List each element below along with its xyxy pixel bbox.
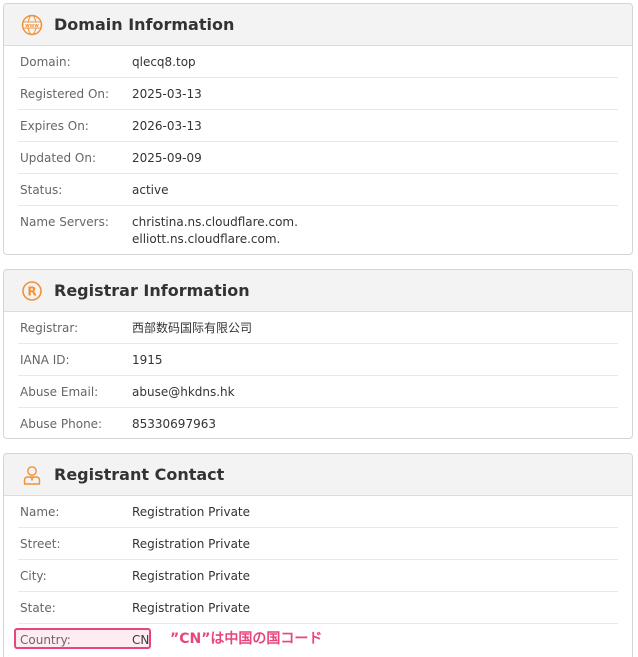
table-row: Registrar: 西部数码国际有限公司 (18, 312, 618, 344)
iana-id-value: 1915 (132, 353, 163, 367)
abuse-email-value: abuse@hkdns.hk (132, 385, 235, 399)
registrar-information-rows: Registrar: 西部数码国际有限公司 IANA ID: 1915 Abus… (4, 312, 632, 438)
updated-on-label: Updated On: (20, 151, 96, 165)
street-value: Registration Private (132, 537, 251, 551)
table-row: Domain: qlecq8.top (18, 46, 618, 78)
table-row: Abuse Phone: 85330697963 (18, 408, 618, 438)
svg-text:R: R (27, 284, 36, 298)
domain-information-title: Domain Information (54, 15, 235, 34)
table-row: IANA ID: 1915 (18, 344, 618, 376)
registrar-information-header: R Registrar Information (4, 270, 632, 312)
table-row: Updated On: 2025-09-09 (18, 142, 618, 174)
abuse-email-label: Abuse Email: (20, 385, 99, 399)
name-value: Registration Private (132, 505, 251, 519)
street-label: Street: (20, 537, 61, 551)
name-server-2: elliott.ns.cloudflare.com. (132, 232, 281, 246)
abuse-phone-value: 85330697963 (132, 417, 216, 431)
person-icon (20, 463, 44, 487)
table-row: Abuse Email: abuse@hkdns.hk (18, 376, 618, 408)
domain-information-panel: www Domain Information Domain: qlecq8.to… (3, 3, 633, 255)
expires-on-label: Expires On: (20, 119, 89, 133)
registrant-contact-header: Registrant Contact (4, 454, 632, 496)
state-label: State: (20, 601, 56, 615)
table-row: Registered On: 2025-03-13 (18, 78, 618, 110)
registrant-contact-title: Registrant Contact (54, 465, 225, 484)
table-row: State: Registration Private (18, 592, 618, 624)
state-value: Registration Private (132, 601, 251, 615)
country-code-annotation: ”CN”は中国の国コード (170, 631, 323, 647)
table-row: Name Servers: christina.ns.cloudflare.co… (18, 206, 618, 254)
registered-on-value: 2025-03-13 (132, 87, 202, 101)
name-servers-label: Name Servers: (20, 215, 109, 229)
svg-text:www: www (25, 22, 39, 28)
name-label: Name: (20, 505, 60, 519)
table-row: City: Registration Private (18, 560, 618, 592)
expires-on-value: 2026-03-13 (132, 119, 202, 133)
table-row: Expires On: 2026-03-13 (18, 110, 618, 142)
domain-information-header: www Domain Information (4, 4, 632, 46)
www-globe-icon: www (20, 13, 44, 37)
table-row: Street: Registration Private (18, 528, 618, 560)
registrar-information-title: Registrar Information (54, 281, 250, 300)
registrant-contact-panel: Registrant Contact Name: Registration Pr… (3, 453, 633, 657)
domain-value: qlecq8.top (132, 55, 196, 69)
table-row: Status: active (18, 174, 618, 206)
table-row: Name: Registration Private (18, 496, 618, 528)
city-value: Registration Private (132, 569, 251, 583)
name-servers-value: christina.ns.cloudflare.com. elliott.ns.… (132, 214, 298, 248)
registered-on-label: Registered On: (20, 87, 110, 101)
name-server-1: christina.ns.cloudflare.com. (132, 215, 298, 229)
domain-label: Domain: (20, 55, 71, 69)
status-value: active (132, 183, 169, 197)
updated-on-value: 2025-09-09 (132, 151, 202, 165)
registrar-value: 西部数码国际有限公司 (132, 321, 253, 335)
abuse-phone-label: Abuse Phone: (20, 417, 103, 431)
status-label: Status: (20, 183, 63, 197)
iana-id-label: IANA ID: (20, 353, 70, 367)
domain-information-rows: Domain: qlecq8.top Registered On: 2025-0… (4, 46, 632, 254)
registrar-information-panel: R Registrar Information Registrar: 西部数码国… (3, 269, 633, 439)
registrar-label: Registrar: (20, 321, 79, 335)
country-highlight-box (14, 628, 151, 649)
city-label: City: (20, 569, 47, 583)
registered-icon: R (20, 279, 44, 303)
